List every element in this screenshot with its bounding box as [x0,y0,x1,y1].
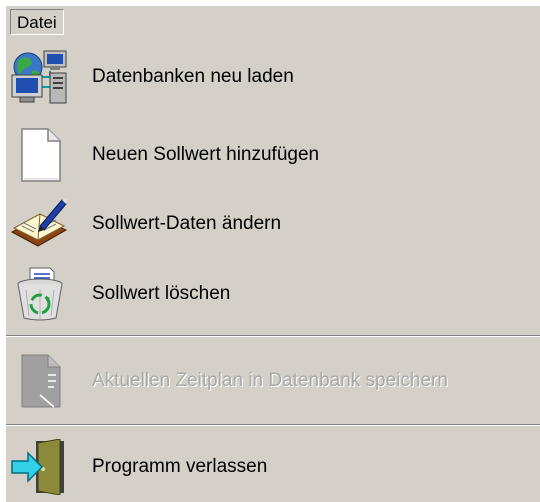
menu-datei[interactable]: Datei [10,9,64,35]
menu-item-sollwert-loeschen[interactable]: Sollwert löschen [6,261,540,327]
blank-document-icon [10,127,68,183]
menu-separator [6,424,540,426]
menu-item-label: Programm verlassen [92,456,268,477]
menu-item-sollwert-daten-aendern[interactable]: Sollwert-Daten ändern [6,191,540,257]
menu-item-neuen-sollwert-hinzufuegen[interactable]: Neuen Sollwert hinzufügen [6,122,540,188]
menu-item-zeitplan-speichern[interactable]: Aktuellen Zeitplan in Datenbank speicher… [6,348,540,414]
notebook-pen-icon [10,196,68,252]
save-to-database-icon [10,353,68,409]
window: Datei Datenbanken neu laden Neuen Sollwe… [0,0,540,502]
exit-door-icon [10,438,68,496]
menu-bar: Datei [6,6,540,39]
menu-item-label: Neuen Sollwert hinzufügen [92,144,320,165]
menu-item-label: Datenbanken neu laden [92,66,294,87]
database-network-icon [10,49,68,105]
datei-dropdown-menu: Datenbanken neu laden Neuen Sollwert hin… [6,39,540,502]
menu-item-label: Aktuellen Zeitplan in Datenbank speicher… [92,370,448,391]
menu-item-datenbanken-neu-laden[interactable]: Datenbanken neu laden [6,44,540,110]
menu-item-programm-verlassen[interactable]: Programm verlassen [6,434,540,500]
menu-separator [6,335,540,337]
menu-item-label: Sollwert löschen [92,283,231,304]
menu-item-label: Sollwert-Daten ändern [92,213,282,234]
recycle-bin-icon [10,266,68,322]
